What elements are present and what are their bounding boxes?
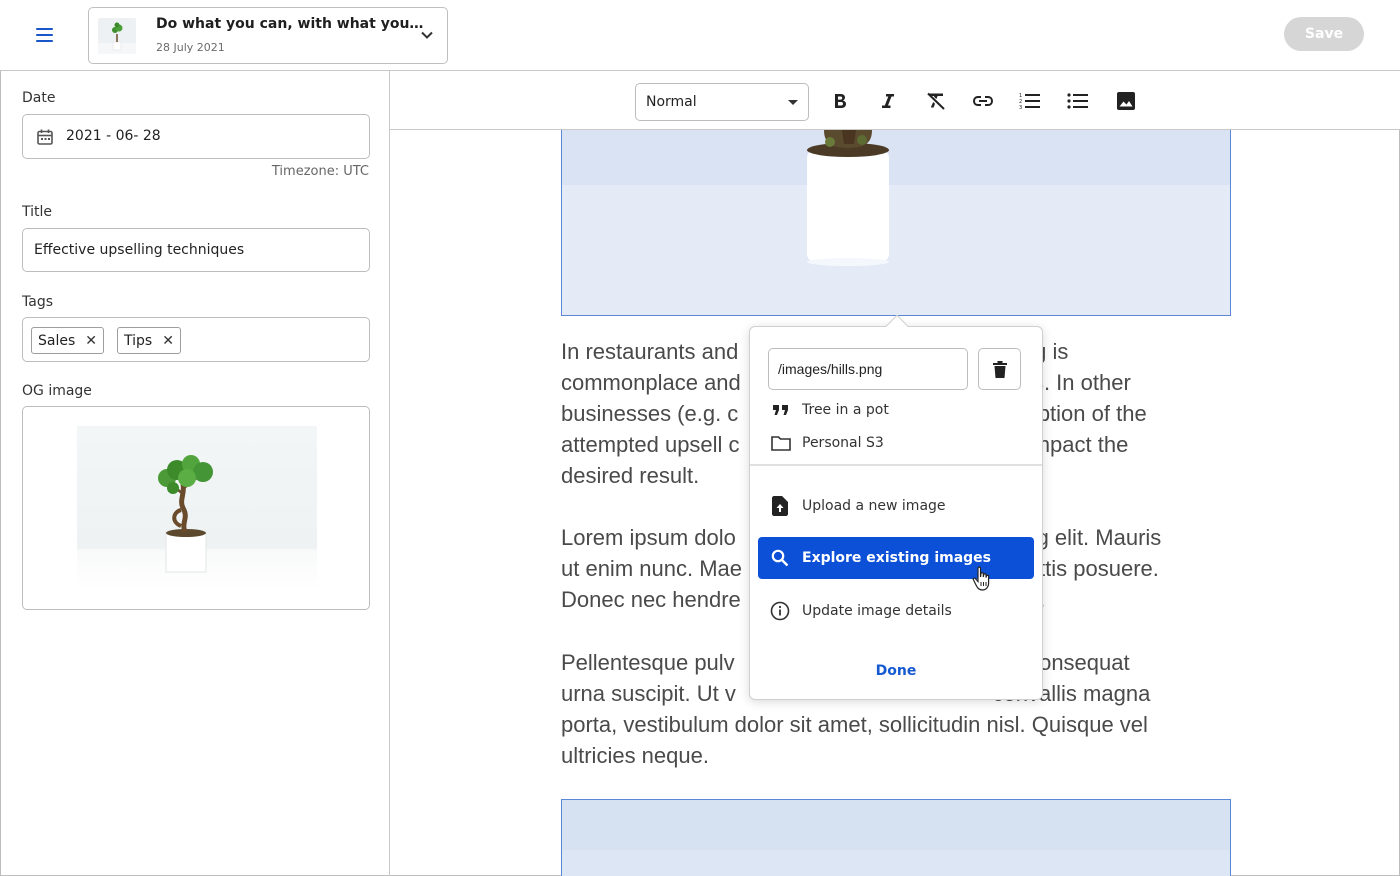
search-icon — [769, 549, 790, 567]
content-image[interactable] — [561, 799, 1231, 876]
save-button[interactable]: Save — [1284, 17, 1364, 51]
upload-image-option[interactable]: Upload a new image — [758, 485, 1034, 527]
title-field[interactable]: Effective upselling techniques — [22, 228, 370, 272]
alt-text-row[interactable]: Tree in a pot — [770, 402, 889, 418]
alt-text-value: Tree in a pot — [802, 402, 889, 418]
numbered-list-icon[interactable]: 123 — [1018, 89, 1042, 113]
remove-tag-icon[interactable]: ✕ — [85, 333, 97, 349]
image-icon[interactable] — [1114, 89, 1138, 113]
trash-icon — [992, 360, 1007, 378]
title-value: Effective upselling techniques — [34, 242, 245, 258]
info-icon — [769, 601, 790, 621]
hand-cursor-icon — [972, 566, 990, 591]
image-options-popover: Tree in a pot Personal S3 Upload a new i… — [749, 326, 1043, 700]
image-source-row[interactable]: Personal S3 — [770, 435, 884, 451]
tags-label: Tags — [22, 294, 53, 310]
upload-file-icon — [769, 496, 790, 516]
tag-chip: Tips ✕ — [117, 327, 181, 354]
link-icon[interactable] — [971, 89, 995, 113]
timezone-note: Timezone: UTC — [271, 164, 369, 179]
tag-chip: Sales ✕ — [31, 327, 104, 354]
hamburger-menu-icon[interactable] — [30, 22, 58, 48]
delete-image-button[interactable] — [978, 348, 1021, 390]
tag-label: Tips — [124, 332, 153, 349]
date-value: 2021 - 06- 28 — [66, 128, 161, 144]
caret-down-icon — [788, 100, 798, 105]
document-title: Do what you can, with what you… — [156, 16, 424, 32]
upload-image-label: Upload a new image — [802, 498, 946, 514]
quote-icon — [770, 404, 791, 416]
calendar-icon — [37, 129, 53, 145]
tag-label: Sales — [38, 332, 76, 349]
explore-images-label: Explore existing images — [802, 550, 991, 566]
bold-icon[interactable] — [828, 89, 852, 113]
chevron-down-icon — [421, 31, 433, 39]
bullet-list-icon[interactable] — [1066, 89, 1090, 113]
remove-tag-icon[interactable]: ✕ — [162, 333, 174, 349]
done-button[interactable]: Done — [750, 663, 1042, 679]
image-path-input[interactable] — [768, 348, 968, 390]
og-image-preview — [77, 426, 317, 591]
document-date: 28 July 2021 — [156, 41, 225, 54]
update-image-details-label: Update image details — [802, 603, 952, 619]
date-field[interactable]: 2021 - 06- 28 — [22, 114, 370, 159]
update-image-details-option[interactable]: Update image details — [758, 590, 1034, 632]
document-selector[interactable]: Do what you can, with what you… 28 July … — [88, 7, 448, 64]
og-image-label: OG image — [22, 383, 92, 399]
date-label: Date — [22, 90, 56, 106]
svg-text:3: 3 — [1019, 105, 1022, 110]
formatting-toolbar: Normal 123 — [390, 71, 1400, 130]
folder-icon — [770, 435, 791, 451]
clear-format-icon[interactable] — [924, 89, 948, 113]
top-bar: Do what you can, with what you… 28 July … — [0, 0, 1400, 71]
block-format-value: Normal — [646, 94, 697, 110]
image-source-value: Personal S3 — [802, 435, 884, 451]
italic-icon[interactable] — [876, 89, 900, 113]
metadata-sidebar: Date 2021 - 06- 28 Timezone: UTC Title E… — [0, 71, 390, 876]
title-label: Title — [22, 204, 53, 220]
popover-divider — [750, 464, 1042, 466]
block-format-select[interactable]: Normal — [635, 83, 809, 121]
document-thumbnail — [98, 18, 136, 54]
tags-field[interactable]: Sales ✕ Tips ✕ — [22, 317, 370, 362]
content-image[interactable] — [561, 130, 1231, 316]
og-image-field[interactable] — [22, 406, 370, 610]
